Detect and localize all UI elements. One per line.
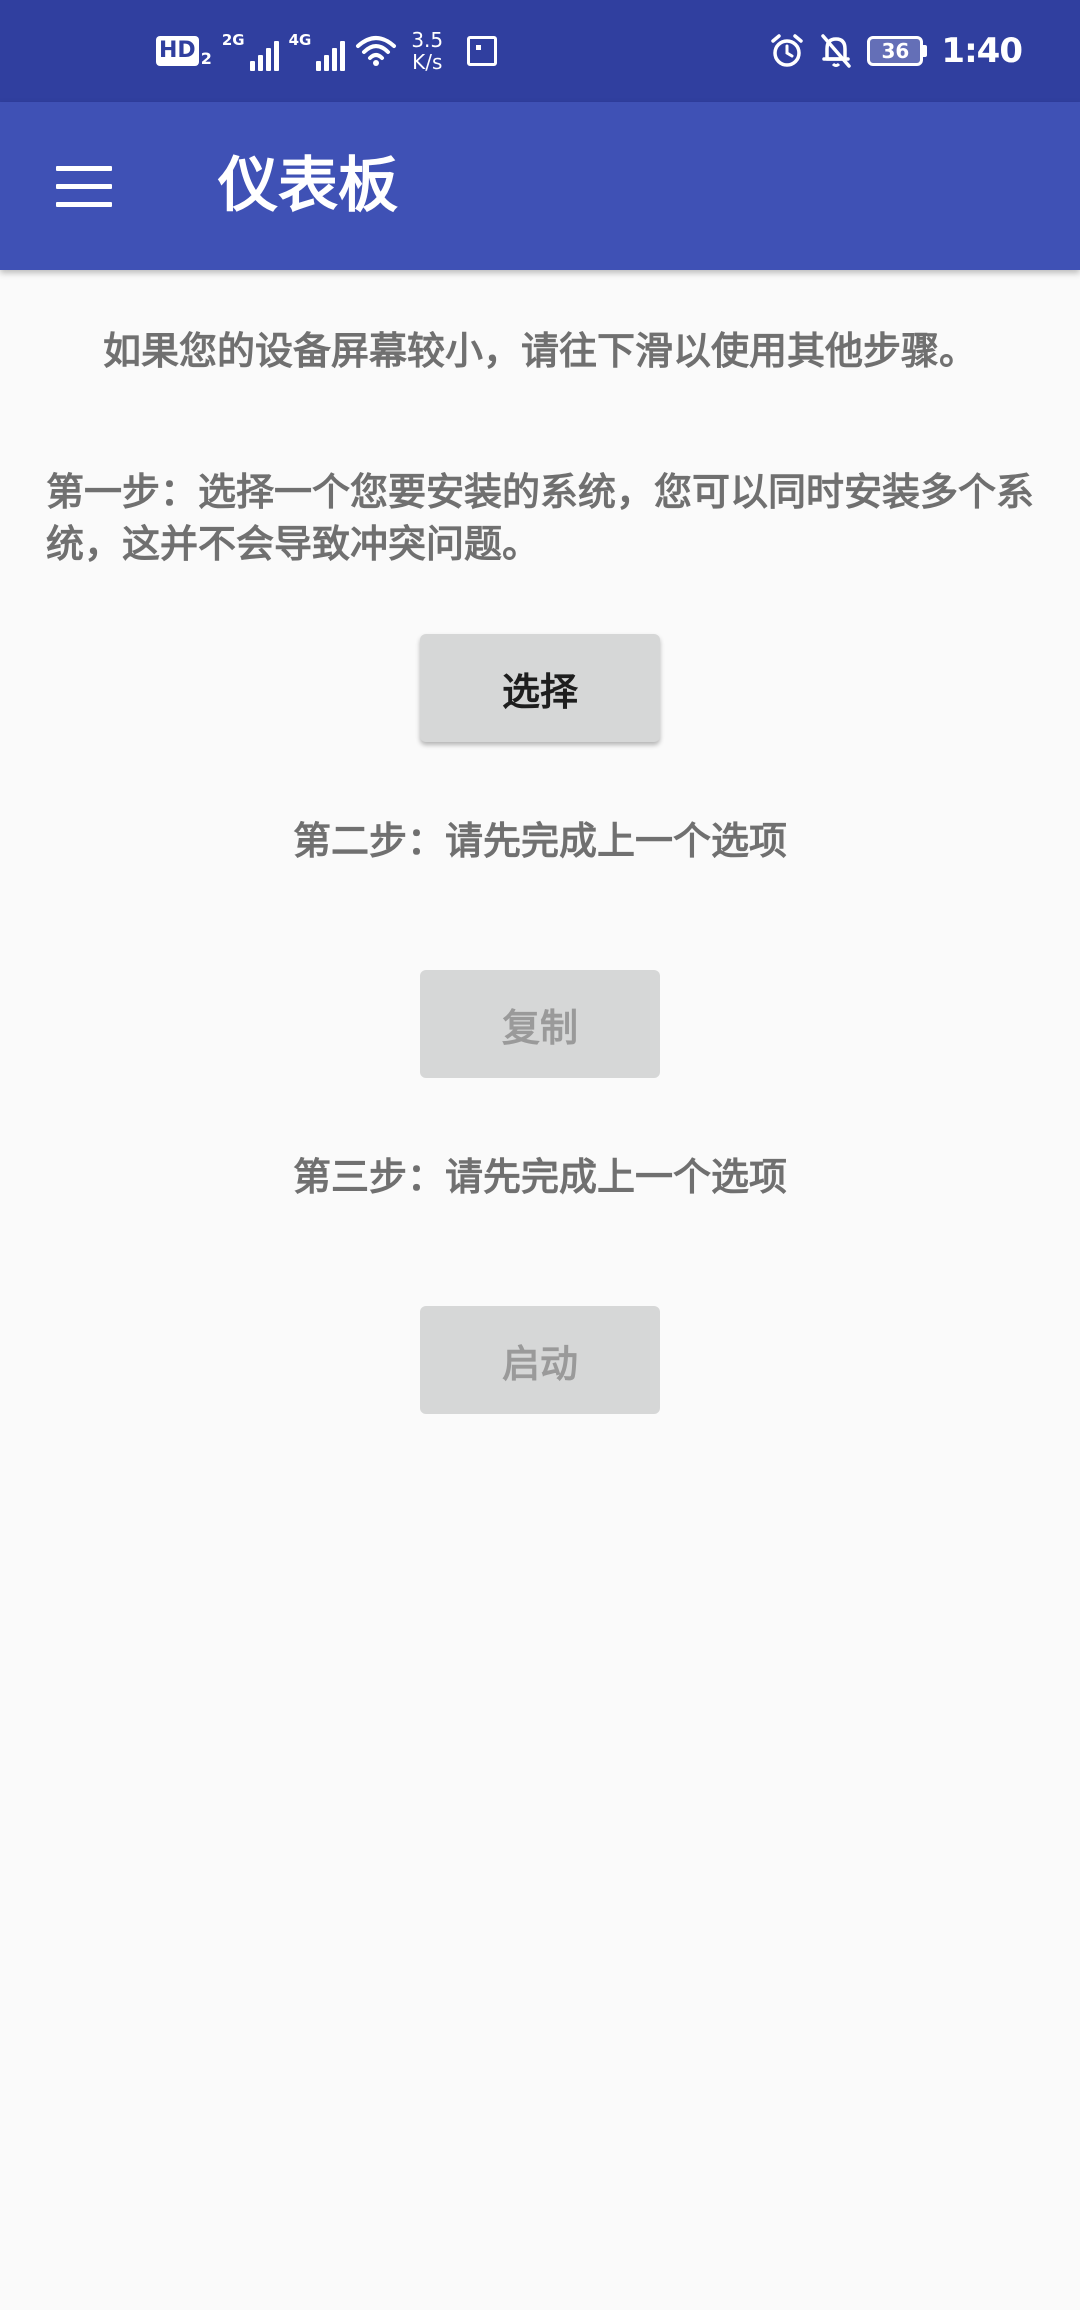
screenshot-icon	[467, 36, 498, 66]
step2-text: 第二步：请先完成上一个选项	[292, 819, 787, 863]
step1-text: 第一步：选择一个您要安装的系统，您可以同时安装多个系统，这并不会导致冲突问题。	[46, 470, 1035, 566]
hd-sub: 2	[200, 49, 212, 68]
hd-voice-badge: HD 2	[156, 34, 212, 68]
select-button[interactable]: 选择	[420, 634, 660, 742]
page-title: 仪表板	[218, 151, 398, 221]
status-bar-left: HD 2 2G 4G 3.5 K/s	[156, 0, 498, 102]
signal-2g-icon: 2G	[222, 31, 279, 71]
app-bar: 仪表板	[0, 102, 1080, 270]
status-clock: 1:40	[941, 31, 1023, 71]
wifi-icon	[356, 36, 397, 66]
hd-label: HD	[156, 36, 199, 66]
battery-icon: 36	[867, 36, 928, 66]
signal-2g-label: 2G	[221, 31, 245, 49]
network-speed: 3.5 K/s	[411, 29, 443, 73]
speed-unit: K/s	[412, 50, 443, 74]
start-button[interactable]: 启动	[420, 1306, 660, 1414]
status-bar-right: 36 1:40	[769, 0, 1023, 102]
copy-button[interactable]: 复制	[420, 970, 660, 1078]
speed-value: 3.5	[411, 28, 444, 52]
signal-4g-icon: 4G	[289, 31, 346, 71]
step3-text: 第三步：请先完成上一个选项	[292, 1155, 787, 1199]
alarm-icon	[771, 34, 804, 67]
hamburger-menu-icon[interactable]	[40, 146, 126, 226]
small-screen-hint: 如果您的设备屏幕较小，请往下滑以使用其他步骤。	[102, 329, 977, 373]
bell-off-icon	[821, 34, 852, 68]
status-bar: HD 2 2G 4G 3.5 K/s 36 1:40	[0, 0, 1080, 102]
battery-level: 36	[867, 36, 924, 66]
signal-4g-label: 4G	[288, 31, 312, 49]
